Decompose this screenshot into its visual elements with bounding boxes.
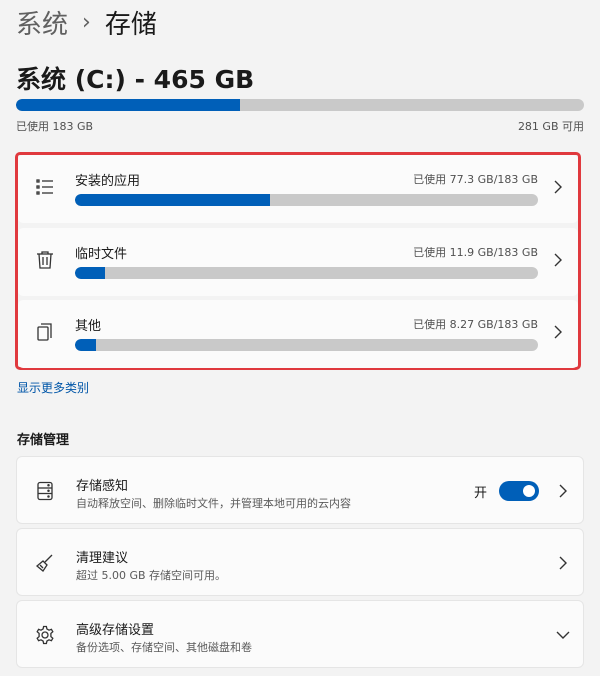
breadcrumb-system-link[interactable]: 系统 — [16, 4, 68, 41]
category-temp-files[interactable]: 临时文件 已使用 11.9 GB/183 GB — [18, 228, 578, 296]
drive-usage-bar — [16, 99, 584, 111]
show-more-categories-link[interactable]: 显示更多类别 — [17, 379, 89, 396]
category-label: 其他 — [75, 319, 102, 334]
category-usage: 已使用 11.9 GB/183 GB — [413, 246, 538, 259]
trash-icon — [37, 251, 53, 269]
section-title-storage-management: 存储管理 — [17, 433, 70, 448]
category-usage-fill — [75, 194, 271, 206]
category-label: 临时文件 — [75, 247, 128, 262]
chevron-down-icon — [556, 631, 570, 639]
advanced-storage-settings-card[interactable]: 高级存储设置 备份选项、存储空间、其他磁盘和卷 — [16, 600, 584, 668]
category-usage-fill — [75, 339, 96, 351]
advanced-storage-settings-title: 高级存储设置 — [76, 623, 155, 638]
category-usage: 已使用 77.3 GB/183 GB — [413, 173, 538, 186]
category-usage: 已使用 8.27 GB/183 GB — [413, 318, 538, 331]
storage-sense-toggle-label: 开 — [473, 486, 487, 501]
breadcrumb-separator: › — [82, 9, 91, 35]
category-usage-bar — [75, 339, 538, 351]
category-usage-bar — [75, 194, 538, 206]
category-other[interactable]: 其他 已使用 8.27 GB/183 GB — [18, 300, 578, 368]
storage-drive-icon — [37, 481, 53, 501]
toggle-knob — [523, 485, 535, 497]
gear-icon — [36, 625, 54, 645]
storage-sense-card[interactable]: 存储感知 自动释放空间、删除临时文件，并管理本地可用的云内容 开 — [16, 456, 584, 524]
drive-used-text: 已使用 183 GB — [16, 120, 94, 133]
cleanup-recommendations-card[interactable]: 清理建议 超过 5.00 GB 存储空间可用。 — [16, 528, 584, 596]
cleanup-recommendations-title: 清理建议 — [76, 551, 129, 566]
category-installed-apps[interactable]: 安装的应用 已使用 77.3 GB/183 GB — [18, 155, 578, 223]
storage-sense-toggle[interactable] — [499, 481, 539, 501]
page-title: 存储 — [104, 9, 157, 40]
drive-usage-fill — [16, 99, 240, 111]
category-label: 安装的应用 — [75, 174, 141, 189]
category-usage-bar — [75, 267, 538, 279]
chevron-right-icon — [559, 484, 567, 498]
list-icon — [36, 179, 53, 195]
category-usage-fill — [75, 267, 106, 279]
chevron-right-icon — [554, 253, 562, 267]
drive-free-text: 281 GB 可用 — [517, 120, 584, 133]
chevron-right-icon — [554, 325, 562, 339]
chevron-right-icon — [559, 556, 567, 570]
advanced-storage-settings-description: 备份选项、存储空间、其他磁盘和卷 — [76, 641, 252, 654]
documents-icon — [37, 323, 52, 341]
storage-sense-title: 存储感知 — [76, 479, 129, 494]
broom-icon — [35, 554, 53, 572]
cleanup-recommendations-description: 超过 5.00 GB 存储空间可用。 — [76, 569, 227, 582]
storage-sense-description: 自动释放空间、删除临时文件，并管理本地可用的云内容 — [76, 497, 351, 510]
chevron-right-icon — [554, 180, 562, 194]
drive-title: 系统 (C:) - 465 GB — [16, 65, 255, 94]
breadcrumb: 系统 › 存储 — [16, 2, 157, 42]
